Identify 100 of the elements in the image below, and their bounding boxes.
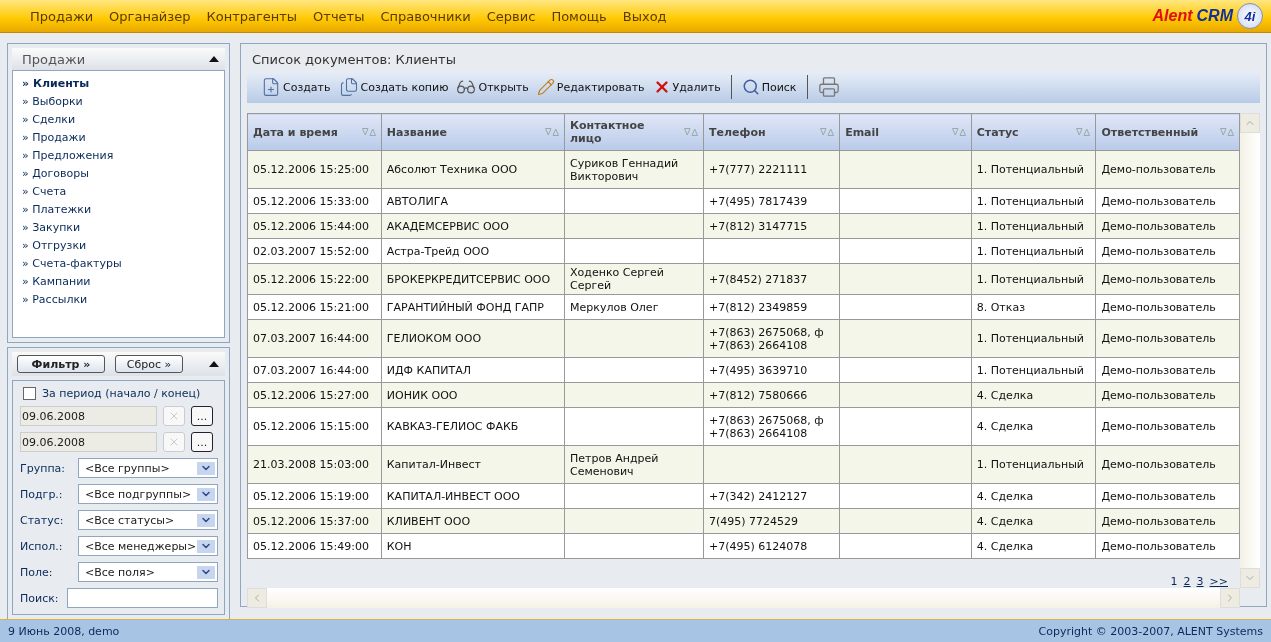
panel-title: Продажи bbox=[22, 51, 86, 67]
table-cell: КЛИВЕНТ ООО bbox=[381, 508, 565, 534]
table-cell: 4. Сделка bbox=[971, 382, 1096, 408]
table-cell: +7(863) 2675068, ф +7(863) 2664108 bbox=[703, 319, 840, 358]
menu-item[interactable]: Органайзер bbox=[101, 8, 199, 24]
clear-button[interactable] bbox=[163, 406, 185, 426]
column-header[interactable]: Статус bbox=[971, 113, 1096, 151]
sidebar-item[interactable]: » Рассылки bbox=[22, 291, 224, 309]
sort-icon[interactable] bbox=[1220, 128, 1234, 136]
table-cell: +7(495) 7817439 bbox=[703, 188, 840, 214]
collapse-icon[interactable] bbox=[209, 56, 219, 62]
toolbar-button[interactable]: Поиск bbox=[739, 73, 799, 101]
toolbar-button[interactable]: Создать bbox=[259, 73, 333, 101]
copy-document-icon bbox=[338, 77, 359, 97]
column-header[interactable]: Email bbox=[839, 113, 972, 151]
table-cell: Демо-пользователь bbox=[1096, 483, 1240, 509]
date-field[interactable]: 09.06.2008 bbox=[20, 406, 157, 426]
filter-button[interactable]: Фильтр » bbox=[17, 355, 105, 373]
sidebar-item[interactable]: » Отгрузки bbox=[22, 237, 224, 255]
column-header[interactable]: Название bbox=[381, 113, 565, 151]
column-header[interactable]: Телефон bbox=[703, 113, 840, 151]
table-cell: Демо-пользователь bbox=[1096, 382, 1240, 408]
table-cell: 4. Сделка bbox=[971, 533, 1096, 559]
select-field[interactable]: <Все поля> bbox=[78, 562, 218, 582]
menu-item[interactable]: Продажи bbox=[22, 8, 102, 24]
menu-item[interactable]: Отчеты bbox=[305, 8, 373, 24]
sort-icon[interactable] bbox=[361, 128, 376, 136]
table-cell: +7(8452) 271837 bbox=[703, 263, 840, 295]
toolbar-button[interactable]: Удалить bbox=[650, 73, 723, 101]
table-cell: 1. Потенциальный bbox=[971, 445, 1096, 484]
table-cell: КАПИТАЛ-ИНВЕСТ ООО bbox=[381, 483, 565, 509]
select-field[interactable]: <Все группы> bbox=[78, 458, 218, 478]
sidebar-item[interactable]: » Платежки bbox=[22, 201, 224, 219]
sidebar-item[interactable]: » Предложения bbox=[22, 147, 224, 165]
clear-icon bbox=[168, 410, 180, 422]
page-link[interactable]: 1 bbox=[1170, 575, 1178, 588]
date-picker-button[interactable]: ... bbox=[191, 432, 213, 452]
table-cell: Астра-Трейд ООО bbox=[381, 238, 565, 264]
column-header[interactable]: Ответственный bbox=[1096, 113, 1240, 151]
sidebar-item[interactable]: » Счета-фактуры bbox=[22, 255, 224, 273]
menu-item[interactable]: Справочники bbox=[372, 8, 479, 24]
table-cell: 05.12.2006 15:44:00 bbox=[247, 213, 382, 239]
dropdown-icon bbox=[197, 461, 215, 475]
page-link[interactable]: 3 bbox=[1196, 575, 1204, 588]
page-link[interactable]: 2 bbox=[1183, 575, 1191, 588]
menu-item[interactable]: Контрагенты bbox=[198, 8, 306, 24]
horizontal-scrollbar[interactable] bbox=[247, 588, 1240, 608]
field-label: Статус: bbox=[20, 513, 65, 527]
period-checkbox[interactable] bbox=[23, 387, 36, 400]
clear-button[interactable] bbox=[163, 432, 185, 452]
toolbar-button[interactable]: Открыть bbox=[454, 73, 531, 101]
menu-item[interactable]: Помощь bbox=[543, 8, 615, 24]
scroll-up-button[interactable] bbox=[1240, 113, 1260, 133]
table-cell: 07.03.2007 16:44:00 bbox=[247, 357, 382, 383]
table-cell: ГАРАНТИЙНЫЙ ФОНД ГАПР bbox=[381, 294, 565, 320]
menu-item[interactable]: Сервис bbox=[478, 8, 544, 24]
table-cell: 7(495) 7724529 bbox=[703, 508, 840, 534]
table-cell: ИДФ КАПИТАЛ bbox=[381, 357, 565, 383]
sidebar-item[interactable]: » Счета bbox=[22, 183, 224, 201]
search-icon bbox=[741, 78, 760, 96]
column-header[interactable]: Контактное лицо bbox=[564, 113, 704, 151]
toolbar-button[interactable]: Редактировать bbox=[534, 73, 647, 101]
sidebar-item[interactable]: » Закупки bbox=[22, 219, 224, 237]
dropdown-icon bbox=[197, 539, 215, 553]
date-field[interactable]: 09.06.2008 bbox=[20, 432, 157, 452]
select-field[interactable]: <Все менеджеры> bbox=[78, 536, 218, 556]
date-picker-button[interactable]: ... bbox=[191, 406, 213, 426]
sidebar-item[interactable]: » Продажи bbox=[22, 129, 224, 147]
toolbar-button[interactable]: Создать копию bbox=[336, 73, 451, 101]
table-cell: ИОНИК ООО bbox=[381, 382, 565, 408]
table-cell: Абсолют Техника ООО bbox=[381, 150, 565, 189]
table-cell: БРОКЕРКРЕДИТСЕРВИС ООО bbox=[381, 263, 565, 295]
field-label: Поиск: bbox=[20, 591, 60, 605]
menu-item[interactable]: Выход bbox=[614, 8, 675, 24]
collapse-icon[interactable] bbox=[209, 361, 219, 367]
sort-icon[interactable] bbox=[951, 128, 966, 136]
column-header[interactable]: Дата и время bbox=[247, 113, 382, 151]
table-cell: Демо-пользователь bbox=[1096, 357, 1240, 383]
scroll-left-button[interactable] bbox=[247, 588, 267, 608]
page-link[interactable]: >> bbox=[1209, 575, 1228, 588]
sidebar-item[interactable]: » Договоры bbox=[22, 165, 224, 183]
scroll-right-button[interactable] bbox=[1220, 588, 1240, 608]
select-field[interactable]: <Все подгруппы> bbox=[78, 484, 218, 504]
search-field[interactable] bbox=[67, 588, 218, 608]
table-cell: АВТОЛИГА bbox=[381, 188, 565, 214]
sidebar-item[interactable]: » Выборки bbox=[22, 93, 224, 111]
sort-icon[interactable] bbox=[1076, 128, 1091, 136]
sidebar-item[interactable]: » Клиенты bbox=[22, 75, 224, 93]
vertical-scrollbar[interactable] bbox=[1240, 113, 1260, 588]
sort-icon[interactable] bbox=[545, 128, 560, 136]
sidebar-item[interactable]: » Сделки bbox=[22, 111, 224, 129]
table-cell: 1. Потенциальный bbox=[971, 238, 1096, 264]
sort-icon[interactable] bbox=[820, 128, 835, 136]
table-cell: Демо-пользователь bbox=[1096, 533, 1240, 559]
sidebar-item[interactable]: » Кампании bbox=[22, 273, 224, 291]
page-title: Список документов: Клиенты bbox=[251, 51, 457, 69]
select-field[interactable]: <Все статусы> bbox=[78, 510, 218, 530]
scroll-down-button[interactable] bbox=[1240, 568, 1260, 588]
reset-button[interactable]: Сброс » bbox=[115, 355, 183, 373]
sort-icon[interactable] bbox=[684, 128, 698, 136]
